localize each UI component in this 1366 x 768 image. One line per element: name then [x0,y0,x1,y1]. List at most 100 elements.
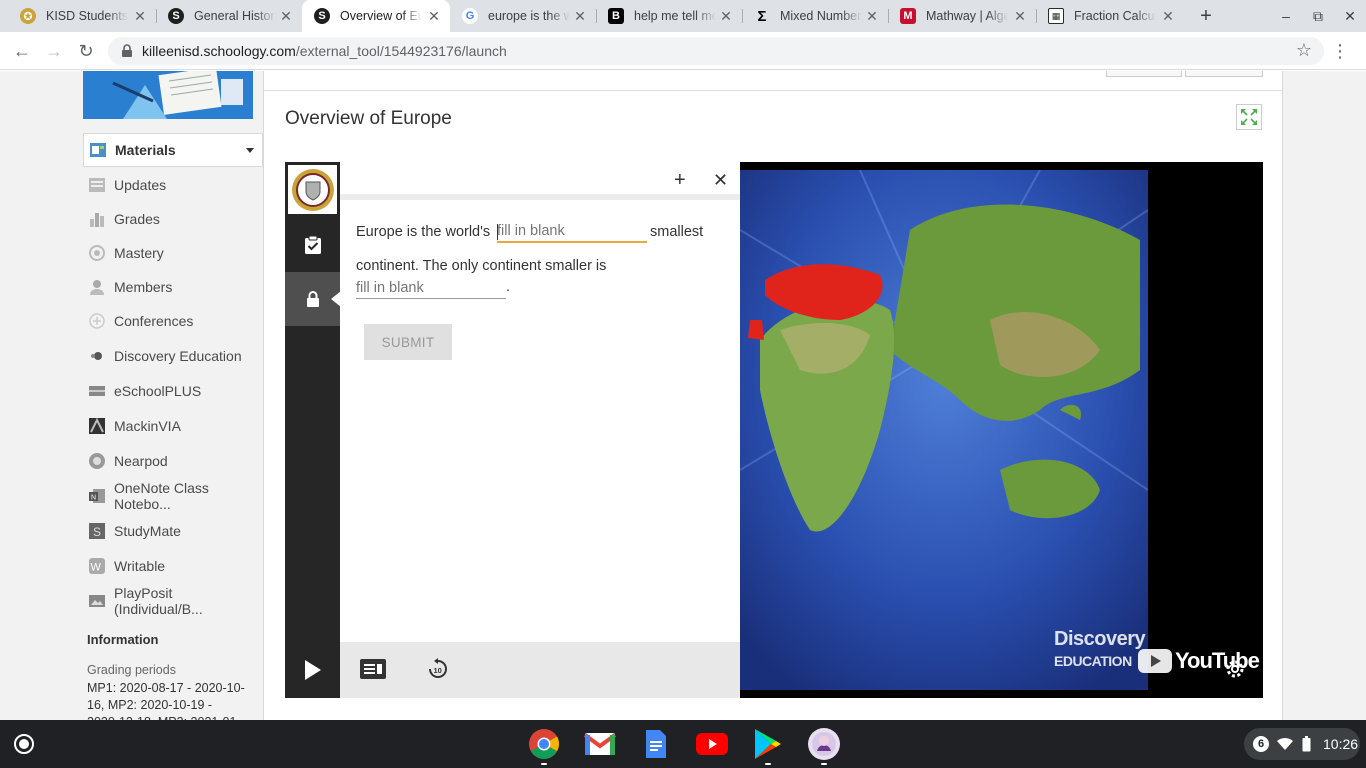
kisd-seal-icon: ✪ [20,8,36,24]
new-tab-button[interactable]: + [1196,6,1216,26]
tab-title: Mathway | Alge [926,9,1008,23]
url-host: killeenisd.schoology.com [142,43,296,59]
docs-icon[interactable] [640,728,672,760]
address-bar[interactable]: killeenisd.schoology.com/external_tool/1… [108,37,1324,65]
sidebar-item-discovery-education[interactable]: Discovery Education [83,339,263,373]
sidebar-item-studymate[interactable]: S StudyMate [83,514,263,548]
tab-kisd-students[interactable]: ✪ KISD Students ✕ [8,0,156,32]
materials-icon [90,143,106,157]
sidebar-item-mackinvia[interactable]: MackinVIA [83,409,263,443]
updates-icon [89,178,105,192]
sidebar-item-members[interactable]: Members [83,270,263,304]
sidebar-item-label: Writable [114,558,166,574]
chevron-down-icon[interactable] [246,148,254,153]
close-window-icon[interactable]: ✕ [1340,6,1360,26]
discovery-icon [91,352,102,360]
sidebar-item-onenote[interactable]: N OneNote Class Notebo... [83,479,263,513]
menu-kebab-icon[interactable]: ⋮ [1330,40,1350,62]
tab-europe-search[interactable]: G europe is the w ✕ [450,0,596,32]
tab-fraction-calculator[interactable]: ▦ Fraction Calcul ✕ [1036,0,1184,32]
sidebar-item-nearpod[interactable]: Nearpod [83,444,263,478]
tab-overview-of-europe[interactable]: S Overview of Eur ✕ [302,0,450,32]
top-action-button[interactable] [1106,71,1182,77]
top-action-button[interactable] [1185,71,1263,77]
content-top-strip [264,71,1282,91]
transcript-button[interactable] [359,658,387,680]
sidebar-item-label: Discovery Education [114,348,242,364]
locked-question-button[interactable] [285,272,341,326]
tab-mixed-numbers[interactable]: Σ Mixed Numbers ✕ [742,0,888,32]
clock-time: 10:26 [1323,736,1359,752]
close-icon[interactable]: ✕ [426,8,442,24]
close-icon[interactable]: ✕ [1012,8,1028,24]
video-area[interactable]: Discovery EDUCATION YouTube [740,162,1263,698]
calculator-icon: ▦ [1048,8,1064,24]
sidebar-item-writable[interactable]: W Writable [83,549,263,583]
world-map-video-frame [740,170,1148,690]
sidebar-item-label: OneNote Class Notebo... [114,480,209,512]
fill-in-blank-1[interactable] [497,221,647,243]
bookmark-star-icon[interactable]: ☆ [1296,40,1312,61]
back-icon[interactable]: ← [11,40,33,62]
grading-periods-label: Grading periods [87,663,176,677]
sidebar-item-mastery[interactable]: Mastery [83,236,263,270]
onenote-icon: N [89,489,105,503]
close-icon[interactable]: ✕ [278,8,294,24]
sidebar-item-label: Mastery [114,245,164,261]
playposit-rail [285,162,341,698]
restore-icon[interactable]: ⧉ [1308,6,1328,26]
gmail-icon[interactable] [584,728,616,760]
tab-title: KISD Students [46,9,128,23]
plus-icon[interactable]: + [674,170,686,190]
minimize-icon[interactable]: – [1276,6,1296,26]
gear-icon[interactable] [1224,658,1246,680]
youtube-icon[interactable] [696,728,728,760]
discovery-watermark-top: Discovery [1054,628,1146,650]
sidebar-item-materials[interactable]: Materials [83,133,263,167]
play-button[interactable] [303,659,323,681]
close-icon[interactable]: ✕ [713,170,728,190]
sidebar-item-label: eSchoolPLUS [114,383,202,399]
launcher-icon[interactable] [14,734,34,754]
sidebar-item-conferences[interactable]: Conferences [83,304,263,338]
close-icon[interactable]: ✕ [718,8,734,24]
play-store-icon[interactable] [752,728,784,760]
mathway-icon: M [900,8,916,24]
sigma-icon: Σ [757,7,767,25]
tab-general-history[interactable]: S General History ✕ [156,0,302,32]
schoology-icon: S [168,8,184,24]
playposit-icon [89,595,105,607]
question-text-part3: continent. The only continent smaller is [356,258,607,274]
tab-mathway[interactable]: M Mathway | Alge ✕ [888,0,1036,32]
discovery-watermark: Discovery EDUCATION [1054,628,1146,672]
close-icon[interactable]: ✕ [864,8,880,24]
forward-icon[interactable]: → [43,40,65,62]
sidebar-item-eschoolplus[interactable]: eSchoolPLUS [83,374,263,408]
course-sidebar: Materials Updates Grades Mastery Members… [83,71,263,720]
status-tray[interactable]: 6 10:26 [1244,728,1360,760]
question-list-button[interactable] [285,218,340,272]
submit-button[interactable]: SUBMIT [364,324,452,360]
battery-icon [1302,736,1311,752]
chrome-icon[interactable] [528,728,560,760]
fullscreen-button[interactable] [1236,104,1262,130]
question-text-part2: smallest [650,224,704,240]
wifi-icon [1277,737,1293,750]
reload-icon[interactable]: ↻ [75,40,97,62]
close-icon[interactable]: ✕ [132,8,148,24]
url-path: /external_tool/1544923176/launch [295,43,507,59]
profile-app-icon[interactable] [808,728,840,760]
sidebar-item-label: PlayPosit (Individual/B... [114,585,203,617]
sidebar-item-grades[interactable]: Grades [83,202,263,236]
fill-in-blank-2[interactable] [356,277,506,299]
schoology-page: Materials Updates Grades Mastery Members… [0,71,1366,720]
sidebar-item-updates[interactable]: Updates [83,168,263,202]
close-icon[interactable]: ✕ [1160,8,1176,24]
close-icon[interactable]: ✕ [572,8,588,24]
tab-help-me[interactable]: B help me tell me ✕ [596,0,742,32]
svg-text:S: S [93,525,101,539]
rewind-10-button[interactable]: 10 [426,657,450,681]
question-panel-header: + ✕ [340,162,740,200]
sidebar-item-playposit[interactable]: PlayPosit (Individual/B... [83,584,263,618]
sidebar-item-label: MackinVIA [114,418,181,434]
